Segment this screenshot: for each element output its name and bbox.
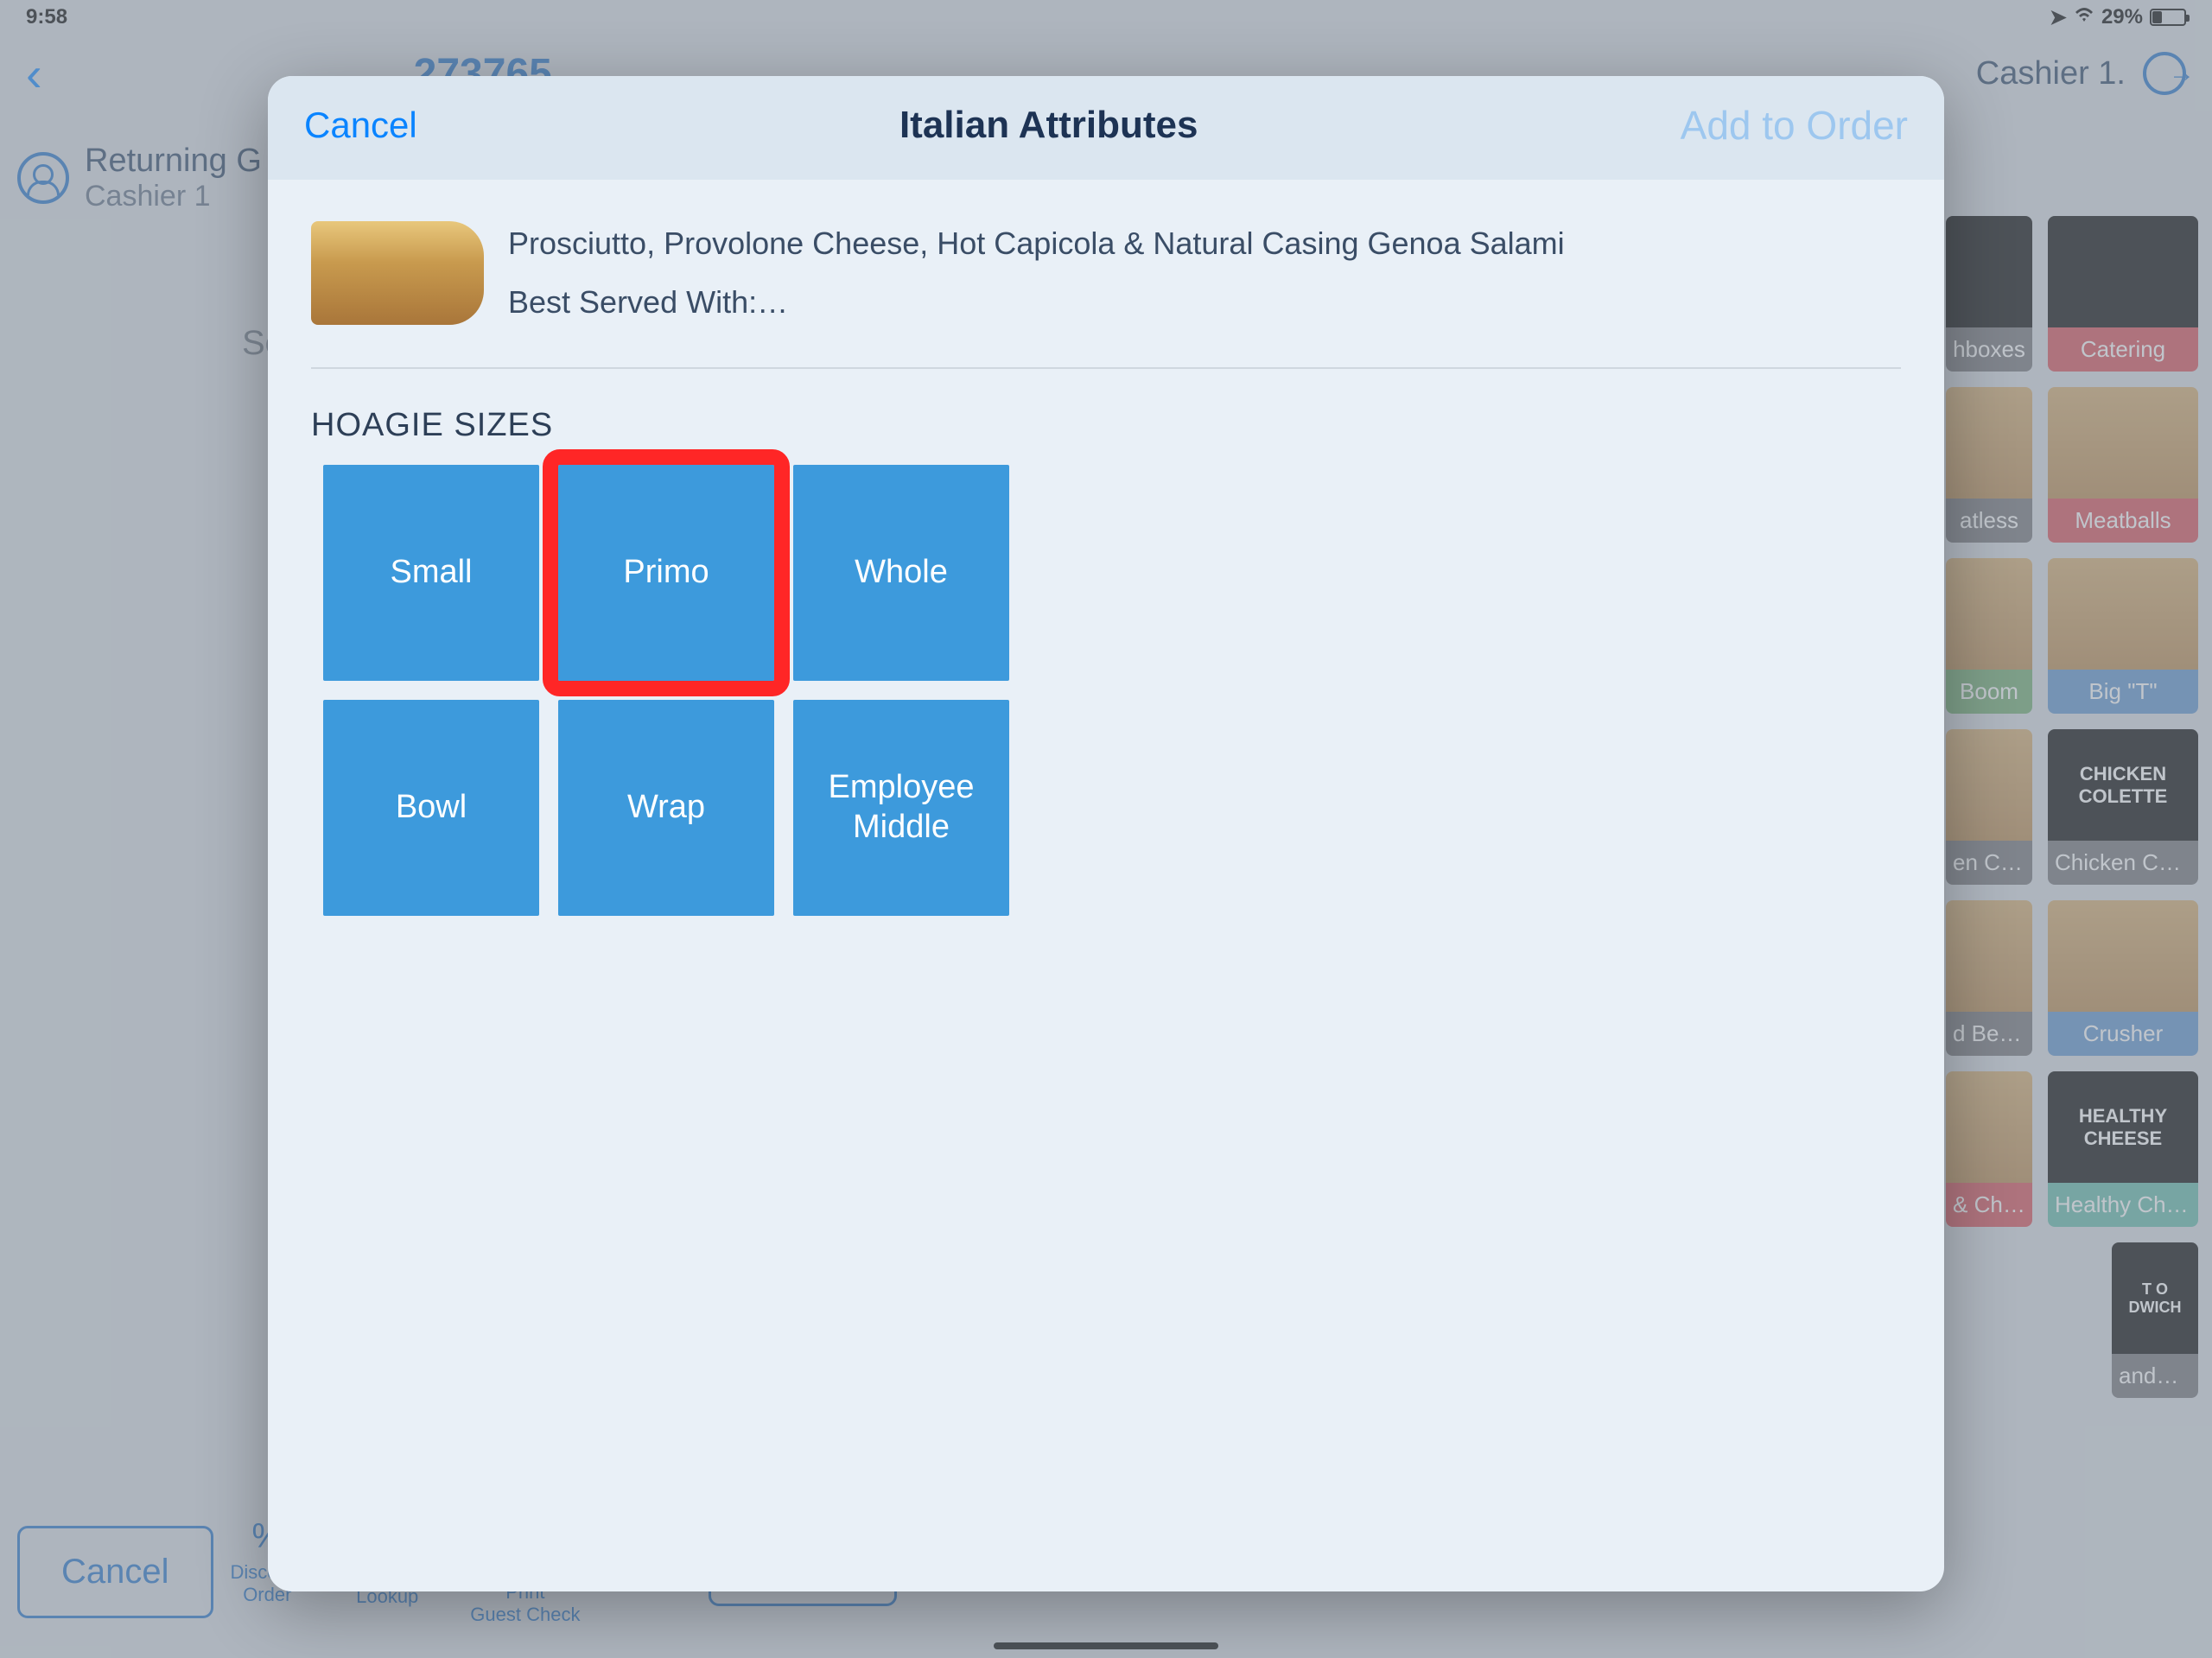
size-bowl[interactable]: Bowl bbox=[323, 700, 539, 916]
section-title-sizes: HOAGIE SIZES bbox=[311, 407, 1901, 444]
attributes-modal: Cancel Italian Attributes Add to Order P… bbox=[268, 76, 1944, 1591]
size-whole[interactable]: Whole bbox=[793, 465, 1009, 681]
size-grid: Small Primo Whole Bowl Wrap Employee Mid… bbox=[323, 465, 1901, 916]
item-best-served: Best Served With:… bbox=[508, 273, 1565, 332]
add-to-order-button[interactable]: Add to Order bbox=[1681, 102, 1908, 149]
size-wrap[interactable]: Wrap bbox=[558, 700, 774, 916]
item-thumbnail bbox=[311, 221, 484, 325]
size-small[interactable]: Small bbox=[323, 465, 539, 681]
size-primo[interactable]: Primo bbox=[558, 465, 774, 681]
modal-cancel-button[interactable]: Cancel bbox=[304, 105, 417, 146]
size-employee-middle[interactable]: Employee Middle bbox=[793, 700, 1009, 916]
modal-title: Italian Attributes bbox=[899, 104, 1198, 147]
modal-header: Cancel Italian Attributes Add to Order bbox=[268, 76, 1944, 180]
item-info: Prosciutto, Provolone Cheese, Hot Capico… bbox=[311, 214, 1901, 369]
item-description: Prosciutto, Provolone Cheese, Hot Capico… bbox=[508, 214, 1565, 273]
